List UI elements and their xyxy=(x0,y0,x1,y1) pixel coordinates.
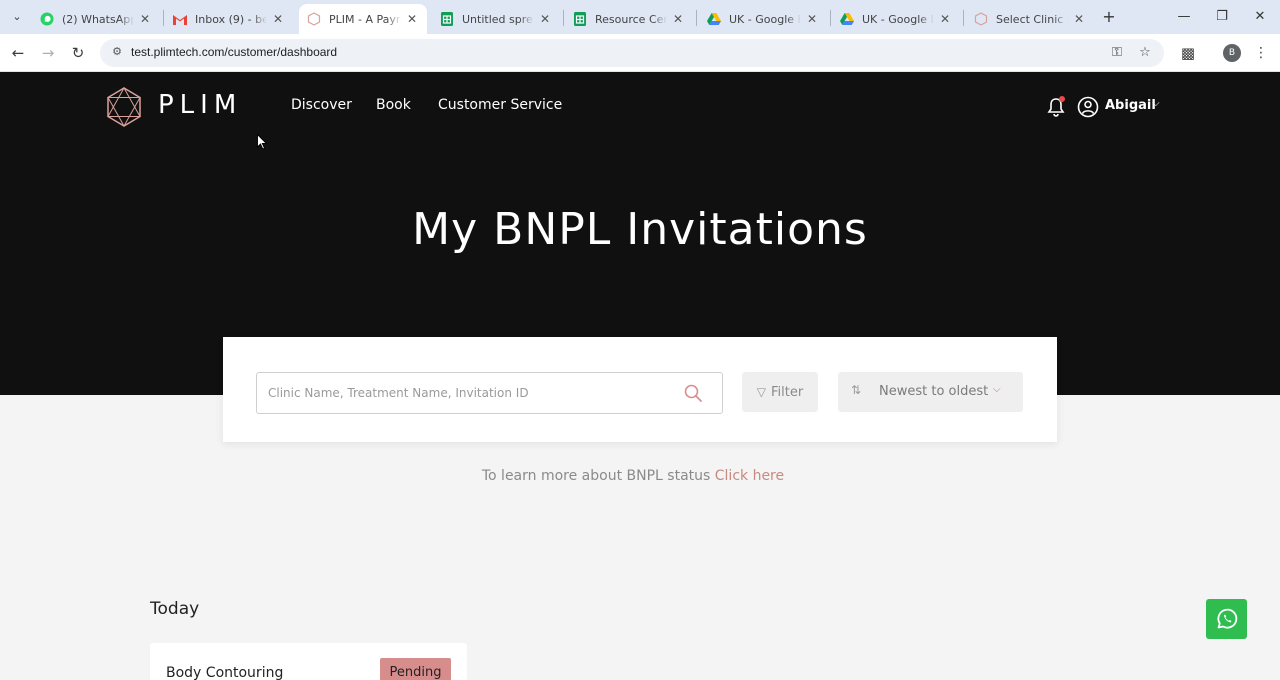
drive-icon xyxy=(707,12,721,26)
tab-select-clinic[interactable]: Select Clinic to c ✕ xyxy=(966,4,1094,34)
profile-avatar[interactable]: B xyxy=(1223,44,1241,62)
tab-google-drive-1[interactable]: UK - Google Drive ✕ xyxy=(699,4,827,34)
tab-divider xyxy=(696,10,697,26)
whatsapp-icon xyxy=(40,12,54,26)
reload-icon[interactable]: ↻ xyxy=(68,43,88,63)
tab-plim-active[interactable]: PLIM - A Payment ✕ xyxy=(299,4,427,34)
page-title: My BNPL Invitations xyxy=(412,204,868,255)
close-tab-icon[interactable]: ✕ xyxy=(1072,12,1086,26)
restore-icon[interactable]: ❐ xyxy=(1204,6,1240,28)
filter-label: Filter xyxy=(771,384,804,400)
chevron-down-icon: ⌵ xyxy=(993,384,1001,395)
forward-arrow-icon[interactable]: → xyxy=(38,43,58,63)
sheets-icon xyxy=(573,12,587,26)
close-tab-icon[interactable]: ✕ xyxy=(938,12,952,26)
sort-label: Newest to oldest xyxy=(879,384,989,399)
tab-title: Untitled spreadsheet xyxy=(462,12,534,26)
close-tab-icon[interactable]: ✕ xyxy=(405,12,419,26)
tab-title: UK - Google Drive xyxy=(729,12,801,26)
chevron-down-icon[interactable]: ⌵ xyxy=(1152,98,1160,109)
minimize-icon[interactable]: — xyxy=(1166,6,1202,28)
sheets-icon xyxy=(440,12,454,26)
whatsapp-chat-button[interactable] xyxy=(1206,599,1247,639)
invitation-treatment-name: Body Contouring xyxy=(166,665,284,680)
browser-tab-bar: ⌄ (2) WhatsApp ✕ Inbox (9) - beena ✕ PLI… xyxy=(0,0,1280,34)
address-bar[interactable]: ⚙ test.plimtech.com/customer/dashboard ⚿… xyxy=(100,39,1164,67)
tab-divider xyxy=(563,10,564,26)
bookmark-star-icon[interactable]: ☆ xyxy=(1136,45,1154,61)
tab-whatsapp[interactable]: (2) WhatsApp ✕ xyxy=(32,4,160,34)
tab-divider xyxy=(830,10,831,26)
tab-google-drive-2[interactable]: UK - Google Drive ✕ xyxy=(832,4,960,34)
sort-arrows-icon: ⇅ xyxy=(851,383,862,397)
new-tab-plus-icon[interactable]: + xyxy=(1100,8,1118,26)
notification-dot xyxy=(1059,96,1065,102)
help-text: To learn more about BNPL status xyxy=(481,468,711,484)
bnpl-status-help: To learn more about BNPL status Click he… xyxy=(0,468,1266,484)
tab-title: UK - Google Drive xyxy=(862,12,934,26)
tab-divider xyxy=(163,10,164,26)
user-name[interactable]: Abigail xyxy=(1105,98,1156,113)
mouse-cursor-icon xyxy=(257,134,267,150)
tab-divider xyxy=(963,10,964,26)
section-title-today: Today xyxy=(150,599,200,619)
tab-search-chevron-icon[interactable]: ⌄ xyxy=(6,8,28,26)
tab-title: Resource Centre xyxy=(595,12,667,26)
plim-icon xyxy=(307,12,321,26)
tab-resource-centre[interactable]: Resource Centre ✕ xyxy=(565,4,693,34)
filter-button[interactable]: ▽ Filter xyxy=(742,372,818,412)
extensions-puzzle-icon[interactable]: ▩ xyxy=(1178,43,1198,63)
site-settings-icon[interactable]: ⚙ xyxy=(110,45,124,59)
url-text[interactable]: test.plimtech.com/customer/dashboard xyxy=(131,45,337,59)
search-icon[interactable] xyxy=(683,383,703,403)
nav-book[interactable]: Book xyxy=(376,97,411,113)
more-menu-icon[interactable]: ⋮ xyxy=(1254,43,1268,63)
filter-funnel-icon: ▽ xyxy=(756,385,767,399)
tab-title: PLIM - A Payment xyxy=(329,12,401,26)
close-tab-icon[interactable]: ✕ xyxy=(671,12,685,26)
plim-icon xyxy=(974,12,988,26)
status-badge: Pending xyxy=(380,658,451,680)
plim-logo-icon[interactable] xyxy=(106,87,142,127)
nav-customer-service[interactable]: Customer Service xyxy=(438,97,562,113)
search-filter-card: ▽ Filter ⇅ Newest to oldest ⌵ xyxy=(223,337,1057,442)
window-close-icon[interactable]: ✕ xyxy=(1242,6,1278,28)
tab-untitled-spreadsheet[interactable]: Untitled spreadsheet ✕ xyxy=(432,4,560,34)
close-tab-icon[interactable]: ✕ xyxy=(271,12,285,26)
browser-toolbar: ← → ↻ ⚙ test.plimtech.com/customer/dashb… xyxy=(0,34,1280,72)
drive-icon xyxy=(840,12,854,26)
click-here-link[interactable]: Click here xyxy=(715,468,784,484)
close-tab-icon[interactable]: ✕ xyxy=(538,12,552,26)
search-box xyxy=(256,372,723,414)
whatsapp-icon xyxy=(1217,608,1238,629)
password-key-icon[interactable]: ⚿ xyxy=(1108,45,1126,61)
logo-wordmark[interactable]: PLIM xyxy=(158,90,242,120)
gmail-icon xyxy=(173,12,187,26)
back-arrow-icon[interactable]: ← xyxy=(8,43,28,63)
search-input[interactable] xyxy=(257,373,677,413)
tab-title: Inbox (9) - beena xyxy=(195,12,267,26)
user-account-icon[interactable] xyxy=(1077,96,1099,118)
nav-discover[interactable]: Discover xyxy=(291,97,352,113)
tab-title: (2) WhatsApp xyxy=(62,12,134,26)
tab-title: Select Clinic to c xyxy=(996,12,1068,26)
sort-dropdown[interactable]: ⇅ Newest to oldest ⌵ xyxy=(838,372,1023,412)
tab-gmail[interactable]: Inbox (9) - beena ✕ xyxy=(165,4,293,34)
close-tab-icon[interactable]: ✕ xyxy=(138,12,152,26)
invitation-card[interactable]: Body Contouring Pending xyxy=(150,643,467,680)
close-tab-icon[interactable]: ✕ xyxy=(805,12,819,26)
